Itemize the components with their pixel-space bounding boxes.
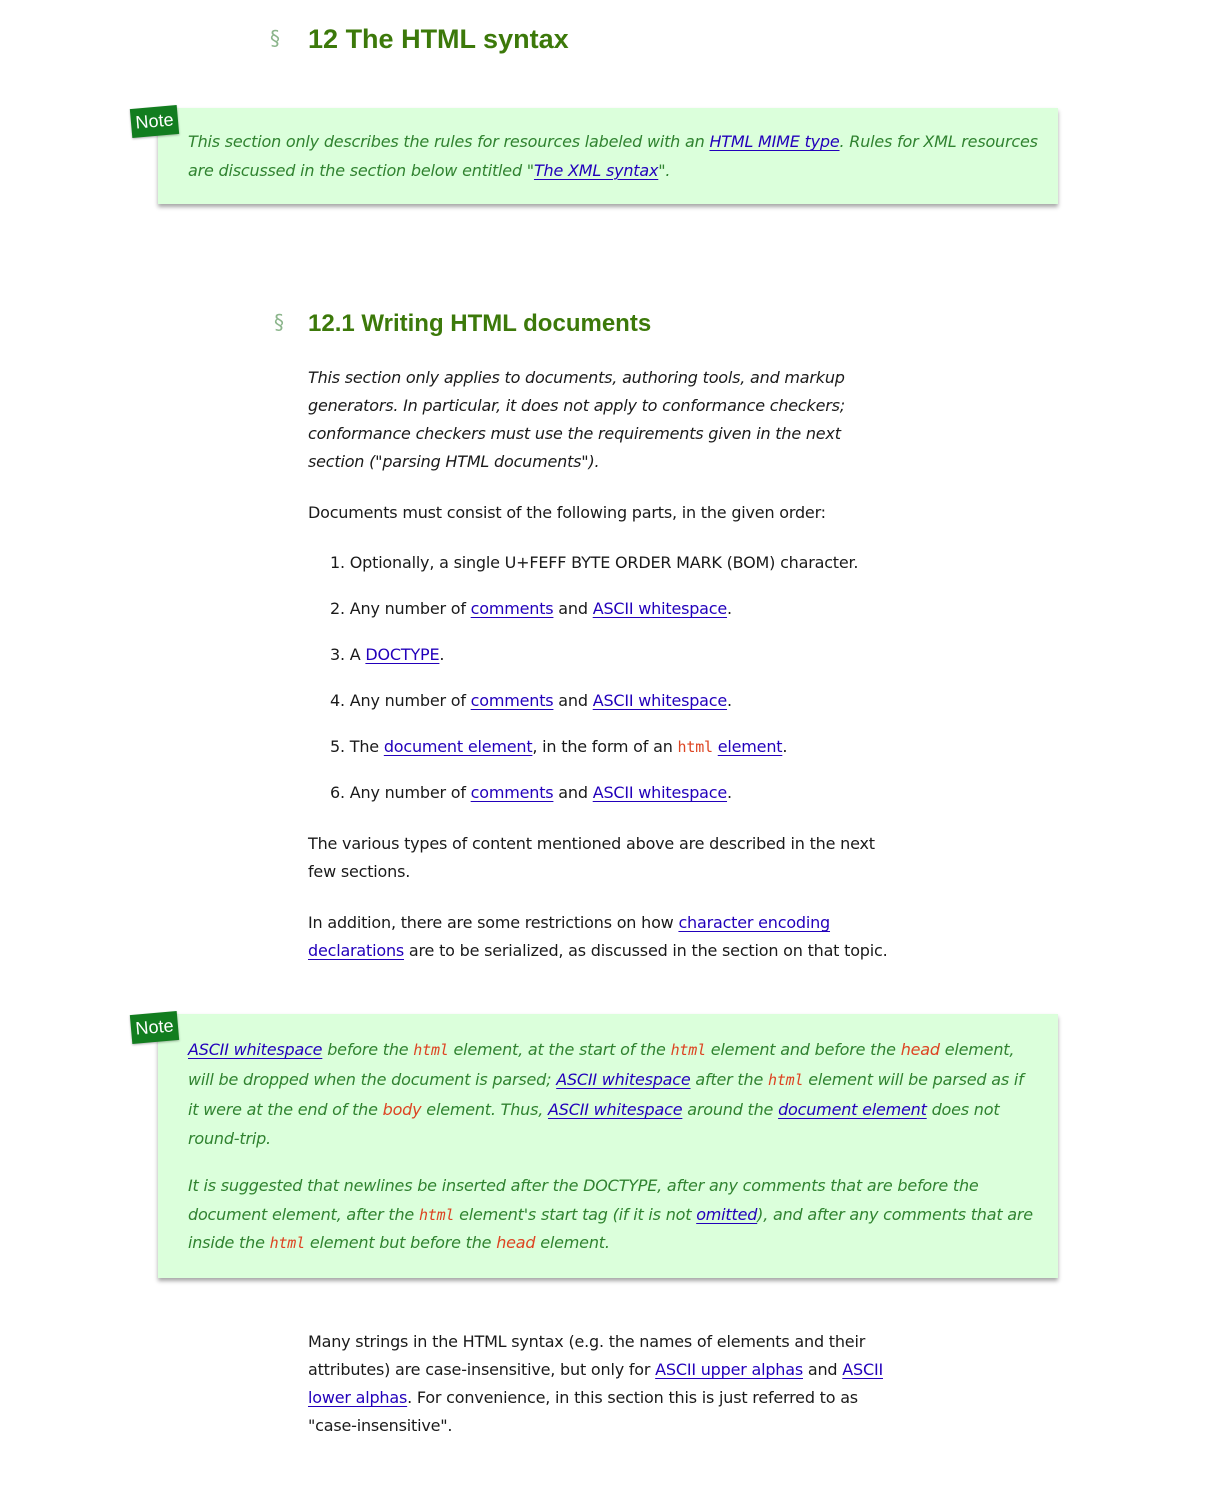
link-xml-syntax[interactable]: The XML syntax — [534, 161, 659, 180]
code-html[interactable]: html — [671, 1041, 707, 1059]
link-ascii-whitespace[interactable]: ASCII whitespace — [593, 783, 728, 802]
list-item: 5. The document element, in the form of … — [330, 737, 788, 756]
content-types-paragraph: The various types of content mentioned a… — [308, 834, 875, 881]
section-anchor-12[interactable]: § — [270, 28, 280, 48]
note-mime-text: This section only describes the rules fo… — [188, 132, 1038, 180]
list-item: 2. Any number of comments and ASCII whit… — [330, 599, 732, 618]
link-html-mime-type[interactable]: HTML MIME type — [709, 132, 839, 151]
document-parts-list: 1. Optionally, a single U+FEFF BYTE ORDE… — [330, 549, 859, 825]
link-doctype[interactable]: DOCTYPE — [365, 645, 439, 664]
code-html[interactable]: html — [413, 1041, 449, 1059]
word-body[interactable]: body — [383, 1100, 422, 1119]
list-item: 1. Optionally, a single U+FEFF BYTE ORDE… — [330, 553, 859, 572]
section-heading: 12.1 Writing HTML documents — [308, 309, 651, 339]
encoding-paragraph: In addition, there are some restrictions… — [308, 913, 888, 960]
link-ascii-whitespace[interactable]: ASCII whitespace — [593, 599, 728, 618]
parts-intro: Documents must consist of the following … — [308, 503, 826, 522]
list-item: 4. Any number of comments and ASCII whit… — [330, 691, 732, 710]
link-ascii-whitespace[interactable]: ASCII whitespace — [556, 1070, 691, 1089]
link-omitted[interactable]: omitted — [696, 1205, 757, 1224]
intro-paragraph: This section only applies to documents, … — [308, 368, 845, 471]
word-head[interactable]: head — [496, 1233, 535, 1252]
link-ascii-whitespace[interactable]: ASCII whitespace — [593, 691, 728, 710]
note-whitespace-paragraph: ASCII whitespace before the html element… — [188, 1040, 1024, 1148]
subsection-number: 12.1 — [308, 310, 355, 337]
code-html[interactable]: html — [270, 1234, 306, 1252]
section-title: The HTML syntax — [345, 24, 569, 54]
note-tag: Note — [129, 105, 180, 138]
code-html[interactable]: html — [678, 738, 714, 756]
link-ascii-whitespace[interactable]: ASCII whitespace — [188, 1040, 323, 1059]
code-html[interactable]: html — [768, 1071, 804, 1089]
section-number: 12 — [308, 24, 339, 54]
link-comments[interactable]: comments — [471, 783, 554, 802]
link-document-element[interactable]: document element — [384, 737, 533, 756]
link-element[interactable]: element — [718, 737, 783, 756]
section-anchor-12-1[interactable]: § — [274, 312, 284, 332]
link-comments[interactable]: comments — [471, 599, 554, 618]
link-ascii-upper-alphas[interactable]: ASCII upper alphas — [655, 1360, 803, 1379]
word-head[interactable]: head — [901, 1040, 940, 1059]
code-html[interactable]: html — [419, 1206, 455, 1224]
link-comments[interactable]: comments — [471, 691, 554, 710]
note-newlines-paragraph: It is suggested that newlines be inserte… — [188, 1176, 1033, 1252]
page-title: 12 The HTML syntax — [308, 22, 569, 56]
link-document-element[interactable]: document element — [778, 1100, 927, 1119]
list-item: 6. Any number of comments and ASCII whit… — [330, 783, 732, 802]
note-tag: Note — [129, 1011, 180, 1044]
case-insensitive-paragraph: Many strings in the HTML syntax (e.g. th… — [308, 1332, 883, 1435]
list-item: 3. A DOCTYPE. — [330, 645, 445, 664]
link-ascii-whitespace[interactable]: ASCII whitespace — [548, 1100, 683, 1119]
subsection-title: Writing HTML documents — [361, 310, 652, 337]
